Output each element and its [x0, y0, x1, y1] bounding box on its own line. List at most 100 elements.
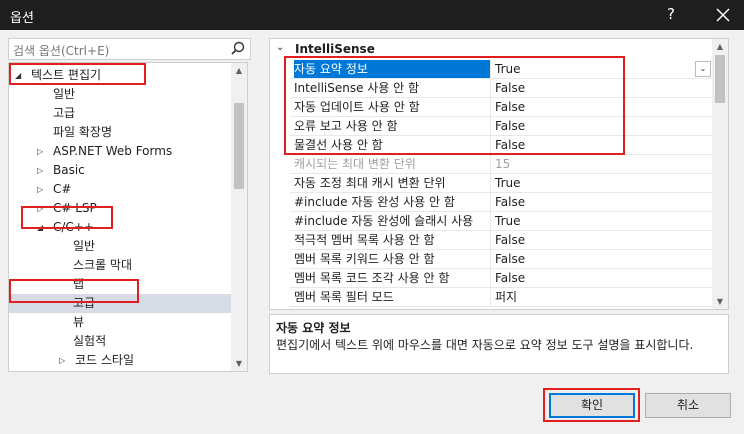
column-divider — [490, 98, 491, 117]
tree-item[interactable]: 고급 — [9, 294, 231, 313]
search-box[interactable]: 검색 옵션(Ctrl+E) — [8, 38, 251, 60]
description-panel: 자동 요약 정보 편집기에서 텍스트 위에 마우스를 대면 자동으로 요약 정보… — [269, 314, 729, 374]
tree-item[interactable]: 파일 확장명 — [9, 123, 231, 142]
collapsed-arrow-icon[interactable]: ▷ — [37, 185, 47, 195]
property-value[interactable]: False — [495, 136, 525, 154]
property-row[interactable]: 적극적 멤버 목록 사용 안 함 False — [290, 231, 712, 250]
property-row[interactable]: #include 자동 완성에 슬래시 사용 True — [290, 212, 712, 231]
tree-item[interactable]: 일반 — [9, 237, 231, 256]
property-row[interactable]: 멤버 목록 키워드 사용 안 함 False — [290, 250, 712, 269]
property-name: 자동 조정 최대 캐시 변환 단위 — [294, 176, 446, 190]
tree-item-label: C# LSP — [53, 201, 97, 215]
property-name: #include 자동 완성에 슬래시 사용 — [294, 214, 474, 228]
tree-item[interactable]: 고급 — [9, 104, 231, 123]
ok-button[interactable]: 확인 — [549, 393, 635, 418]
property-value[interactable]: False — [495, 79, 525, 97]
tree-item[interactable]: 탭 — [9, 275, 231, 294]
search-input[interactable]: 검색 옵션(Ctrl+E) — [13, 42, 109, 59]
category-intellisense[interactable]: ⌄ IntelliSense — [270, 40, 710, 59]
tree-item-label: ASP.NET Web Forms — [53, 144, 173, 158]
tree-item-label: 실험적 — [73, 334, 107, 348]
search-icon[interactable] — [230, 41, 246, 60]
tree-item[interactable]: 일반 — [9, 85, 231, 104]
description-text: 편집기에서 텍스트 위에 마우스를 대면 자동으로 요약 정보 도구 설명을 표… — [276, 338, 694, 352]
column-divider — [490, 212, 491, 231]
property-value[interactable]: False — [495, 231, 525, 249]
property-row[interactable]: #include 자동 완성 사용 안 함 False — [290, 193, 712, 212]
property-value[interactable]: True — [495, 212, 521, 230]
tree-item[interactable]: ▷ C# LSP — [9, 199, 231, 218]
scroll-down-icon[interactable]: ▼ — [231, 356, 247, 371]
collapse-chevron-icon[interactable]: ⌄ — [276, 42, 284, 53]
property-name: 오류 보고 사용 안 함 — [294, 119, 398, 133]
column-divider — [490, 250, 491, 269]
title-bar: 옵션 ? — [0, 0, 744, 30]
cancel-button[interactable]: 취소 — [645, 393, 731, 418]
tree-item[interactable]: ▷ C# — [9, 180, 231, 199]
property-value[interactable]: False — [495, 98, 525, 116]
property-name: 적극적 멤버 목록 사용 안 함 — [294, 233, 435, 247]
property-row[interactable]: 멤버 목록 코드 조각 사용 안 함 False — [290, 269, 712, 288]
property-row[interactable]: 멤버 목록 필터 모드 퍼지 — [290, 288, 712, 307]
column-divider — [490, 136, 491, 155]
property-value[interactable]: False — [495, 269, 525, 287]
close-button[interactable] — [708, 0, 738, 30]
close-icon — [716, 8, 730, 22]
tree-item-label: 탭 — [73, 277, 85, 291]
property-name: 물결선 사용 안 함 — [294, 138, 383, 152]
column-divider — [490, 155, 491, 174]
tree-item[interactable]: 뷰 — [9, 313, 231, 332]
column-divider — [490, 117, 491, 136]
collapsed-arrow-icon[interactable]: ▷ — [37, 147, 47, 157]
expanded-arrow-icon[interactable]: ◢ — [37, 223, 47, 233]
options-tree: ◢ 텍스트 편집기 일반 고급 파일 확장명 ▷ ASP.NET Web Forms ▷ Bas… — [8, 62, 248, 372]
collapsed-arrow-icon[interactable]: ▷ — [37, 166, 47, 176]
property-row[interactable]: 자동 요약 정보 True — [290, 60, 712, 79]
tree-item[interactable]: 실험적 — [9, 332, 231, 351]
property-value[interactable]: 15 — [495, 155, 510, 173]
help-button[interactable]: ? — [667, 5, 675, 23]
property-value[interactable]: False — [495, 117, 525, 135]
expanded-arrow-icon[interactable]: ◢ — [15, 71, 25, 81]
property-value[interactable]: 퍼지 — [495, 288, 517, 306]
property-name: IntelliSense 사용 안 함 — [294, 81, 420, 95]
tree-item[interactable]: 스크롤 막대 — [9, 256, 231, 275]
tree-item[interactable]: ▷CSS — [9, 370, 231, 371]
property-grid: ⌄ IntelliSense 자동 요약 정보 True IntelliSense … — [269, 38, 729, 310]
property-name: 멤버 목록 코드 조각 사용 안 함 — [294, 271, 450, 285]
tree-item[interactable]: ▷ Basic — [9, 161, 231, 180]
property-row[interactable]: IntelliSense 사용 안 함 False — [290, 79, 712, 98]
scroll-up-icon[interactable]: ▲ — [712, 39, 728, 54]
property-value[interactable]: True — [495, 174, 521, 192]
property-row[interactable]: 자동 업데이트 사용 안 함 False — [290, 98, 712, 117]
property-name: 자동 업데이트 사용 안 함 — [294, 100, 420, 114]
property-name: 멤버 목록 필터 모드 — [294, 290, 394, 304]
property-value[interactable]: True — [495, 60, 521, 78]
category-label: IntelliSense — [295, 42, 375, 56]
collapsed-arrow-icon[interactable]: ▷ — [59, 356, 69, 366]
property-row[interactable]: 물결선 사용 안 함 False — [290, 136, 712, 155]
scroll-thumb[interactable] — [234, 103, 244, 189]
property-value[interactable]: False — [495, 193, 525, 211]
property-row[interactable]: 자동 조정 최대 캐시 변환 단위 True — [290, 174, 712, 193]
tree-item-label: 일반 — [53, 87, 76, 101]
tree-item[interactable]: ◢ 텍스트 편집기 — [9, 66, 231, 85]
column-divider — [490, 231, 491, 250]
dropdown-chevron-icon[interactable]: ⌄ — [695, 61, 711, 77]
tree-item[interactable]: ◢ C/C++ — [9, 218, 231, 237]
tree-scrollbar[interactable]: ▲ ▼ — [231, 63, 247, 371]
tree-item-label: 파일 확장명 — [53, 125, 113, 139]
property-name: 캐시되는 최대 변환 단위 — [294, 157, 416, 171]
collapsed-arrow-icon[interactable]: ▷ — [37, 204, 47, 214]
tree-item-label: CSS — [53, 370, 77, 371]
column-divider — [490, 269, 491, 288]
tree-item[interactable]: ▷ ASP.NET Web Forms — [9, 142, 231, 161]
grid-scrollbar[interactable]: ▲ ▼ — [712, 39, 728, 309]
property-value[interactable]: False — [495, 250, 525, 268]
scroll-down-icon[interactable]: ▼ — [712, 294, 728, 309]
scroll-thumb[interactable] — [715, 55, 725, 103]
scroll-up-icon[interactable]: ▲ — [231, 63, 247, 78]
property-row[interactable]: 오류 보고 사용 안 함 False — [290, 117, 712, 136]
tree-item[interactable]: ▷ 코드 스타일 — [9, 351, 231, 370]
property-row[interactable]: 캐시되는 최대 변환 단위 15 — [290, 155, 712, 174]
